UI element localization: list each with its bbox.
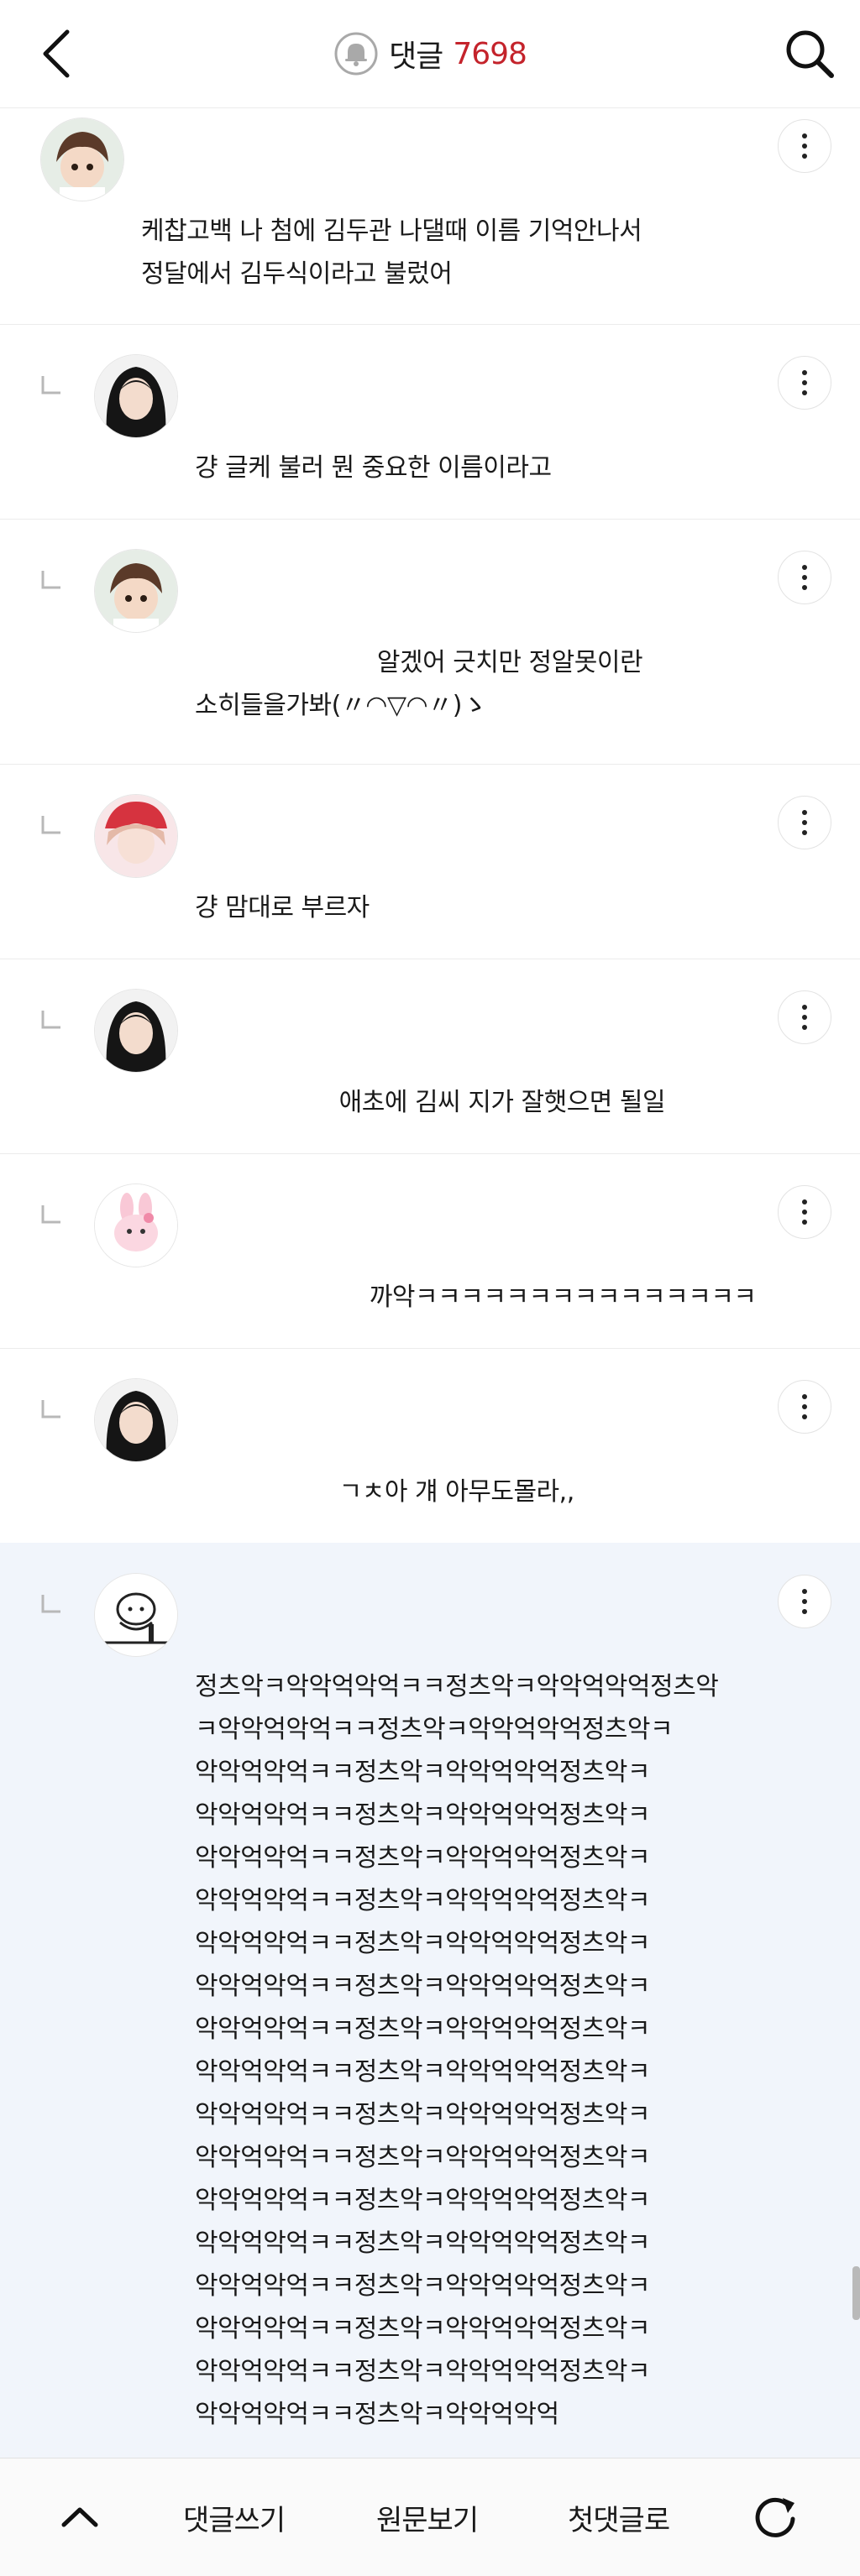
- refresh-icon: [755, 2497, 795, 2537]
- avatar[interactable]: [94, 354, 178, 438]
- avatar[interactable]: [94, 794, 178, 878]
- comment-text: 걍 글케 불러 뭔 중요한 이름이라고: [195, 453, 552, 483]
- comment-reply: 알겠어 긋치만 정알못이란 소히들을가봐(〃◠▽◠〃)ゝ: [0, 519, 860, 765]
- chevron-up-icon: [61, 2507, 98, 2527]
- comment-reply: 까악ㅋㅋㅋㅋㅋㅋㅋㅋㅋㅋㅋㅋㅋㅋㅋ: [0, 1153, 860, 1349]
- comment-reply: ㄱㅊ아 걔 아무도몰라,,: [0, 1348, 860, 1544]
- reply-arrow-icon: [41, 571, 60, 589]
- search-icon: [786, 30, 834, 78]
- comment-text: 걍 맘대로 부르자: [195, 893, 370, 922]
- write-comment-button[interactable]: 댓글쓰기: [183, 2458, 286, 2576]
- comment-item: 케찹고백 나 첨에 김두관 나댈때 이름 기억안나서 정달에서 김두식이라고 불…: [0, 107, 860, 325]
- reply-arrow-icon: [41, 1205, 60, 1224]
- avatar[interactable]: [94, 989, 178, 1073]
- view-original-button[interactable]: 원문보기: [376, 2458, 479, 2576]
- comment-reply: 걍 글케 불러 뭔 중요한 이름이라고: [0, 324, 860, 520]
- avatar[interactable]: [40, 118, 124, 201]
- comment-text: 케찹고백 나 첨에 김두관 나댈때 이름 기억안나서 정달에서 김두식이라고 불…: [141, 217, 642, 289]
- reply-arrow-icon: [41, 1011, 60, 1029]
- more-options-button[interactable]: [778, 796, 831, 849]
- comment-reply-highlighted: 정츠악ㅋ악악억악억ㅋㅋ정츠악ㅋ악악억악억정츠악 ㅋ악악억악억ㅋㅋ정츠악ㅋ악악억악…: [0, 1543, 860, 2458]
- more-options-button[interactable]: [778, 1380, 831, 1434]
- scrollbar-thumb[interactable]: [852, 2266, 860, 2320]
- comment-text: 정츠악ㅋ악악억악억ㅋㅋ정츠악ㅋ악악억악억정츠악 ㅋ악악억악억ㅋㅋ정츠악ㅋ악악억악…: [195, 1672, 719, 2429]
- reply-arrow-icon: [41, 376, 60, 394]
- comment-count: 7698: [453, 36, 527, 71]
- reply-arrow-icon: [41, 816, 60, 834]
- comment-text: 애초에 김씨 지가 잘햇으면 될일: [195, 1088, 666, 1117]
- comment-text: 까악ㅋㅋㅋㅋㅋㅋㅋㅋㅋㅋㅋㅋㅋㅋㅋ: [195, 1283, 757, 1312]
- reply-arrow-icon: [41, 1595, 60, 1613]
- first-comment-button[interactable]: 첫댓글로: [568, 2458, 670, 2576]
- more-options-button[interactable]: [778, 119, 831, 173]
- more-options-button[interactable]: [778, 1575, 831, 1628]
- avatar[interactable]: [94, 1573, 178, 1657]
- reply-arrow-icon: [41, 1400, 60, 1419]
- comment-reply: 걍 맘대로 부르자: [0, 764, 860, 959]
- refresh-button[interactable]: [751, 2458, 800, 2576]
- bottom-toolbar: 댓글쓰기 원문보기 첫댓글로: [0, 2458, 860, 2576]
- bell-icon[interactable]: [333, 31, 379, 76]
- avatar[interactable]: [94, 1378, 178, 1462]
- avatar[interactable]: [94, 1183, 178, 1267]
- comments-header: 댓글 7698: [0, 29, 860, 79]
- comments-title: 댓글: [389, 39, 443, 74]
- more-options-button[interactable]: [778, 1185, 831, 1239]
- more-options-button[interactable]: [778, 356, 831, 410]
- top-bar: 댓글 7698: [0, 0, 860, 108]
- scroll-top-button[interactable]: [59, 2458, 109, 2576]
- comment-text: 알겠어 긋치만 정알못이란 소히들을가봐(〃◠▽◠〃)ゝ: [195, 648, 643, 720]
- more-options-button[interactable]: [778, 990, 831, 1044]
- comment-text: ㄱㅊ아 걔 아무도몰라,,: [195, 1477, 575, 1507]
- more-options-button[interactable]: [778, 551, 831, 604]
- search-button[interactable]: [779, 24, 840, 84]
- comment-reply: 애초에 김씨 지가 잘햇으면 될일: [0, 959, 860, 1154]
- avatar[interactable]: [94, 549, 178, 633]
